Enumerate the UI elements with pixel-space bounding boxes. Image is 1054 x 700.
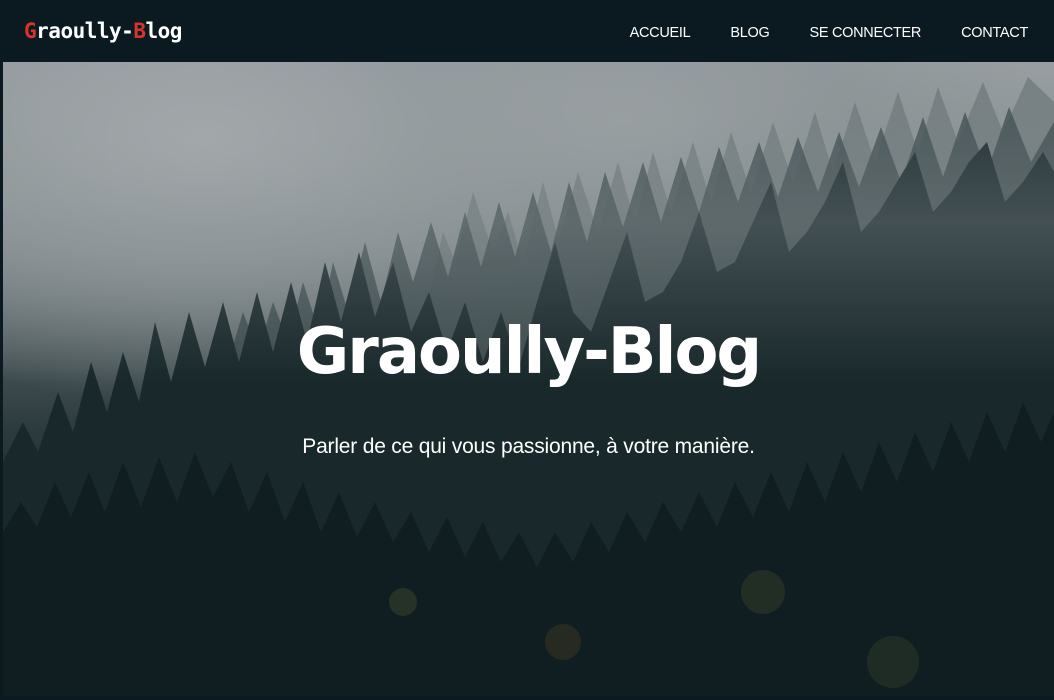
brand-accent-b: B — [133, 18, 146, 43]
nav-link-login[interactable]: SE CONNECTER — [809, 25, 921, 41]
brand-accent-g: G — [24, 18, 37, 43]
hero-subtitle: Parler de ce qui vous passionne, à votre… — [302, 435, 755, 458]
brand-text-end: log — [145, 18, 182, 43]
brand-text-middle: raoully- — [36, 18, 134, 43]
nav-link-blog[interactable]: BLOG — [730, 25, 769, 41]
top-navbar: Graoully-Blog ACCUEIL BLOG SE CONNECTER … — [0, 0, 1054, 62]
brand-logo-link[interactable]: Graoully-Blog — [24, 18, 182, 43]
nav-item-blog: BLOG — [730, 22, 769, 41]
nav-menu: ACCUEIL BLOG SE CONNECTER CONTACT — [590, 22, 1029, 41]
nav-item-accueil: ACCUEIL — [630, 22, 691, 41]
hero-title: Graoully-Blog — [296, 315, 762, 389]
nav-item-contact: CONTACT — [961, 22, 1028, 41]
nav-link-accueil[interactable]: ACCUEIL — [630, 25, 691, 41]
bottom-edge-bar — [0, 696, 1054, 700]
nav-item-login: SE CONNECTER — [809, 22, 921, 41]
hero-section: Graoully-Blog Parler de ce qui vous pass… — [3, 62, 1054, 696]
nav-link-contact[interactable]: CONTACT — [961, 25, 1028, 41]
